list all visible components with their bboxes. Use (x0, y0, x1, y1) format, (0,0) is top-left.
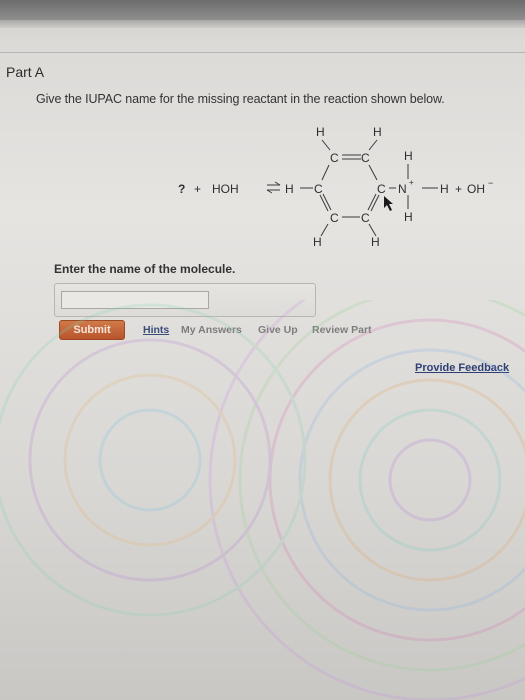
atom-c4: C (361, 211, 370, 225)
bond-h-c1 (321, 139, 331, 151)
molecule-name-input[interactable] (61, 291, 209, 309)
bond-cright-c4-a (370, 194, 380, 212)
review-part-link[interactable]: Review Part (312, 324, 372, 336)
atom-h-top-left: H (316, 125, 325, 139)
bond-c1-cleft (321, 164, 330, 181)
atom-h-n-bottom: H (404, 210, 413, 224)
bond-c3-h (320, 223, 329, 237)
bond-cleft-c3-a (319, 194, 329, 212)
atom-h-bottom-left: H (313, 235, 322, 249)
my-answers-link[interactable]: My Answers (181, 324, 242, 336)
hydroxide-formula: OH (467, 182, 485, 196)
ammonium-nitrogen: N (398, 182, 407, 196)
atom-c-left: C (314, 182, 323, 196)
unknown-reactant: ? (178, 182, 185, 196)
plus-sign: + (194, 182, 201, 196)
mouse-cursor-icon (384, 196, 393, 211)
atom-c-right: C (377, 182, 386, 196)
atom-h-top-right: H (373, 125, 382, 139)
screen: Part A Give the IUPAC name for the missi… (0, 0, 525, 700)
answer-prompt: Enter the name of the molecule. (54, 262, 236, 276)
question-text: Give the IUPAC name for the missing reac… (36, 92, 445, 106)
screen-moire-pattern (0, 300, 525, 700)
plus-sign-2: + (455, 182, 462, 196)
water-formula: HOH (212, 182, 239, 196)
bond-c2-cright (368, 164, 378, 181)
header-divider (0, 52, 525, 53)
atom-h-left: H (285, 182, 294, 196)
hints-link[interactable]: Hints (143, 324, 169, 336)
browser-top-bar (0, 0, 525, 20)
atom-c1: C (330, 151, 339, 165)
submit-button[interactable]: Submit (59, 320, 125, 340)
bond-cleft-c3-b (322, 193, 332, 211)
atom-h-n-right: H (440, 182, 449, 196)
give-up-link[interactable]: Give Up (258, 324, 298, 336)
provide-feedback-link[interactable]: Provide Feedback (415, 362, 509, 374)
atom-h-bottom-right: H (371, 235, 380, 249)
part-title: Part A (6, 64, 45, 80)
reaction-diagram: ? + HOH H H H C C C C C C H H H N + H H … (170, 118, 515, 258)
bond-cright-c4-b (367, 193, 377, 211)
browser-top-edge (0, 20, 525, 28)
ammonium-charge: + (409, 178, 414, 187)
atom-h-n-top: H (404, 149, 413, 163)
answer-container (54, 283, 316, 317)
atom-c3: C (330, 211, 339, 225)
atom-c2: C (361, 151, 370, 165)
bond-h-c2 (368, 139, 378, 151)
hydroxide-charge: − (488, 178, 493, 188)
